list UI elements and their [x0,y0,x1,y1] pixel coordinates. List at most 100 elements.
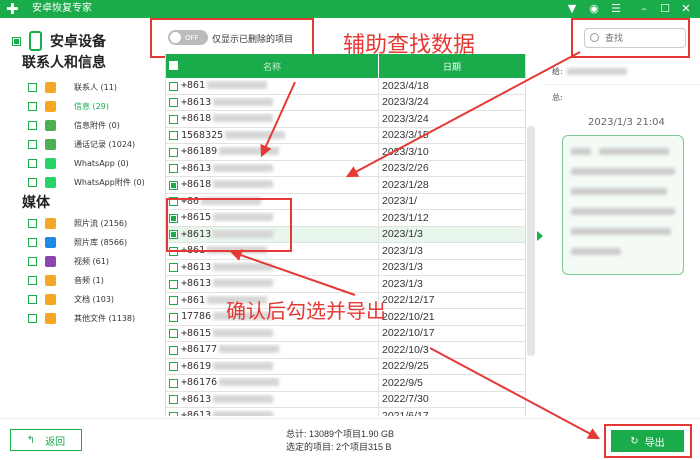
sidebar-item-checkbox[interactable] [28,101,37,111]
row-divider [378,160,379,177]
table-row[interactable]: +86189 2023/3/10 [166,144,525,161]
device-checkbox[interactable] [12,36,21,46]
close-icon[interactable]: ✕ [678,1,694,17]
row-date: 2023/1/28 [382,178,429,191]
sidebar-item-messages[interactable]: 信息 (29) [28,99,109,113]
row-name: +8613 [181,394,376,405]
table-row[interactable]: +861 2023/4/18 [166,78,525,95]
table-row[interactable]: +8618 2023/3/24 [166,111,525,128]
menu-icon[interactable]: ☰ [608,1,624,17]
back-button[interactable]: ↰ 返回 [10,429,82,451]
table-row[interactable]: +8618 2023/1/28 [166,177,525,194]
row-checkbox[interactable] [169,180,178,190]
redacted-number [225,130,286,139]
sidebar-item-audio[interactable]: 音频 (1) [28,273,104,287]
sidebar-item-call-log[interactable]: 通话记录 (1024) [28,137,135,151]
sidebar-item-whatsapp[interactable]: WhatsApp (0) [28,156,129,170]
expand-arrow-icon[interactable] [537,231,543,241]
sidebar-item-attachment[interactable]: 信息附件 (0) [28,118,120,132]
row-checkbox[interactable] [169,164,178,173]
sidebar-item-checkbox[interactable] [28,237,37,247]
row-checkbox[interactable] [169,362,178,371]
row-date: 2023/4/18 [382,79,429,92]
sidebar-item-video[interactable]: 视频 (61) [28,254,109,268]
row-checkbox[interactable] [169,378,178,388]
row-checkbox[interactable] [169,395,178,404]
sidebar-item-label: 信息附件 (0) [74,120,120,130]
sidebar-item-checkbox[interactable] [28,158,37,168]
sidebar-item-checkbox[interactable] [28,218,37,228]
export-icon: ↻ [630,435,639,447]
sidebar-item-checkbox[interactable] [28,120,37,130]
table-row[interactable]: 1568325 2023/3/15 [166,127,525,144]
deleted-only-toggle[interactable]: OFF [168,30,208,45]
sidebar-item-checkbox[interactable] [28,177,37,187]
sidebar-item-contacts[interactable]: 联系人 (11) [28,80,117,94]
row-checkbox[interactable] [169,329,178,338]
row-name: 1568325 [181,130,376,141]
row-checkbox[interactable] [169,279,178,289]
column-header-name[interactable]: 名称 [166,60,378,73]
sidebar-item-checkbox[interactable] [28,294,37,304]
row-divider [378,177,379,193]
row-checkbox[interactable] [169,312,178,322]
table-row[interactable]: +8613 2023/1/3 [166,276,525,293]
row-name-text: +8613 [181,96,212,108]
other-files-icon [45,312,56,324]
row-divider [378,276,379,292]
row-checkbox[interactable] [169,131,178,140]
video-icon [45,255,56,267]
row-divider [378,391,379,408]
sidebar-item-checkbox[interactable] [28,275,37,285]
table-row[interactable]: +8615 2022/10/17 [166,325,525,342]
row-name-text: +8613 [181,410,212,416]
row-checkbox[interactable] [169,263,178,272]
table-scrollbar[interactable] [527,126,535,356]
sidebar-item-label: 信息 (29) [74,101,109,111]
sidebar-item-document[interactable]: 文档 (103) [28,292,114,306]
table-row[interactable]: +8613 2023/2/26 [166,160,525,177]
maximize-icon[interactable]: ☐ [657,1,673,17]
table-row[interactable]: +8619 2022/9/25 [166,358,525,375]
sidebar-item-photo-stream[interactable]: 照片流 (2156) [28,216,127,230]
back-arrow-icon: ↰ [26,434,36,446]
table-row[interactable]: +8613 2023/1/3 [166,259,525,276]
device-row[interactable]: 安卓设备 [12,30,106,52]
row-checkbox[interactable] [169,98,178,107]
table-row[interactable]: +8613 2022/7/30 [166,391,525,408]
sidebar-item-checkbox[interactable] [28,82,37,92]
sidebar-item-photo-library[interactable]: 照片库 (8566) [28,235,127,249]
row-checkbox[interactable] [169,81,178,91]
minimize-icon[interactable]: – [636,1,652,17]
export-label: 导出 [644,437,665,449]
sidebar-item-checkbox[interactable] [28,256,37,266]
column-header-date[interactable]: 日期 [382,60,522,73]
table-row[interactable]: +8613 2023/3/24 [166,94,525,111]
row-divider [378,226,379,243]
row-checkbox[interactable] [169,345,178,355]
sidebar-item-whatsapp-attachment[interactable]: WhatsApp附件 (0) [28,175,145,189]
row-date: 2023/1/12 [382,211,429,224]
row-checkbox[interactable] [169,114,178,124]
table-row[interactable]: +86177 2022/10/3 [166,342,525,359]
row-name: +86189 [181,146,376,157]
sidebar-item-checkbox[interactable] [28,139,37,149]
chat-icon[interactable]: ◉ [586,1,602,17]
row-checkbox[interactable] [169,296,178,305]
sidebar-item-other-files[interactable]: 其他文件 (1138) [28,311,135,325]
wifi-icon[interactable]: ▼ [564,1,580,17]
annotation-export-hint: 确认后勾选并导出 [226,299,386,323]
row-checkbox[interactable] [169,411,178,416]
row-date: 2022/10/21 [382,310,435,323]
export-button[interactable]: ↻ 导出 [611,430,684,452]
row-checkbox[interactable] [169,147,178,157]
redacted-number [219,147,280,156]
table-row[interactable]: +8613 2021/6/17 [166,408,525,416]
search-input[interactable] [584,28,686,48]
row-name-text: +861 [181,294,206,306]
row-date: 2022/7/30 [382,393,429,406]
call-log-icon [45,138,56,150]
table-row[interactable]: +86176 2022/9/5 [166,375,525,392]
sidebar-item-checkbox[interactable] [28,313,37,323]
sidebar: 安卓设备 联系人和信息 媒体 联系人 (11) 信息 (29) 信息附件 (0) 通话… [0,18,160,418]
